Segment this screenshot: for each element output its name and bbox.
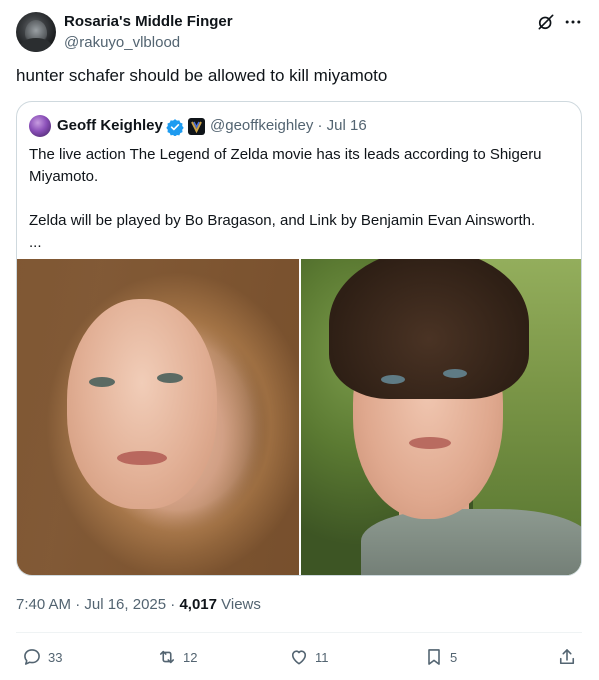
repost-icon: [159, 650, 175, 664]
views-count: 4,017: [179, 596, 217, 613]
tweet-text: hunter schafer should be allowed to kill…: [16, 66, 388, 85]
divider: [16, 632, 582, 633]
quoted-tweet-text: The live action The Legend of Zelda movi…: [29, 146, 542, 251]
bookmark-button[interactable]: 5: [424, 646, 457, 668]
views-label: Views: [216, 596, 261, 613]
bookmark-count: 5: [450, 649, 458, 665]
share-icon: [559, 649, 575, 665]
timestamp[interactable]: 7:40 AM · Jul 16, 2025 ·: [16, 596, 179, 613]
quoted-tweet[interactable]: Geoff Keighley @geoffkeighley · Jul 16 T…: [16, 101, 582, 576]
heart-icon: [291, 650, 307, 665]
grok-icon[interactable]: [536, 12, 556, 32]
verified-icon: [166, 119, 184, 136]
quoted-display-name[interactable]: Geoff Keighley: [57, 117, 163, 134]
like-count: 11: [315, 649, 329, 665]
media-image-link[interactable]: [301, 259, 581, 575]
display-name[interactable]: Rosaria's Middle Finger: [64, 13, 233, 30]
user-handle[interactable]: @rakuyo_vlblood: [64, 34, 180, 51]
share-button[interactable]: [557, 646, 577, 668]
quoted-avatar[interactable]: [29, 115, 51, 137]
more-icon[interactable]: [563, 12, 583, 32]
media-image-zelda[interactable]: [17, 259, 299, 575]
quoted-handle-date[interactable]: @geoffkeighley · Jul 16: [210, 117, 367, 134]
affiliation-badge-icon: [188, 118, 205, 135]
repost-button[interactable]: 12: [157, 646, 197, 668]
reply-button[interactable]: 33: [22, 646, 62, 668]
bookmark-icon: [428, 649, 440, 665]
reply-count: 33: [48, 649, 63, 665]
timestamp-views: 7:40 AM · Jul 16, 2025 · 4,017 Views: [16, 596, 261, 613]
reply-icon: [24, 649, 40, 665]
tweet: Rosaria's Middle Finger @rakuyo_vlblood …: [0, 0, 599, 680]
like-button[interactable]: 11: [289, 646, 329, 668]
avatar[interactable]: [16, 12, 56, 52]
repost-count: 12: [183, 649, 198, 665]
